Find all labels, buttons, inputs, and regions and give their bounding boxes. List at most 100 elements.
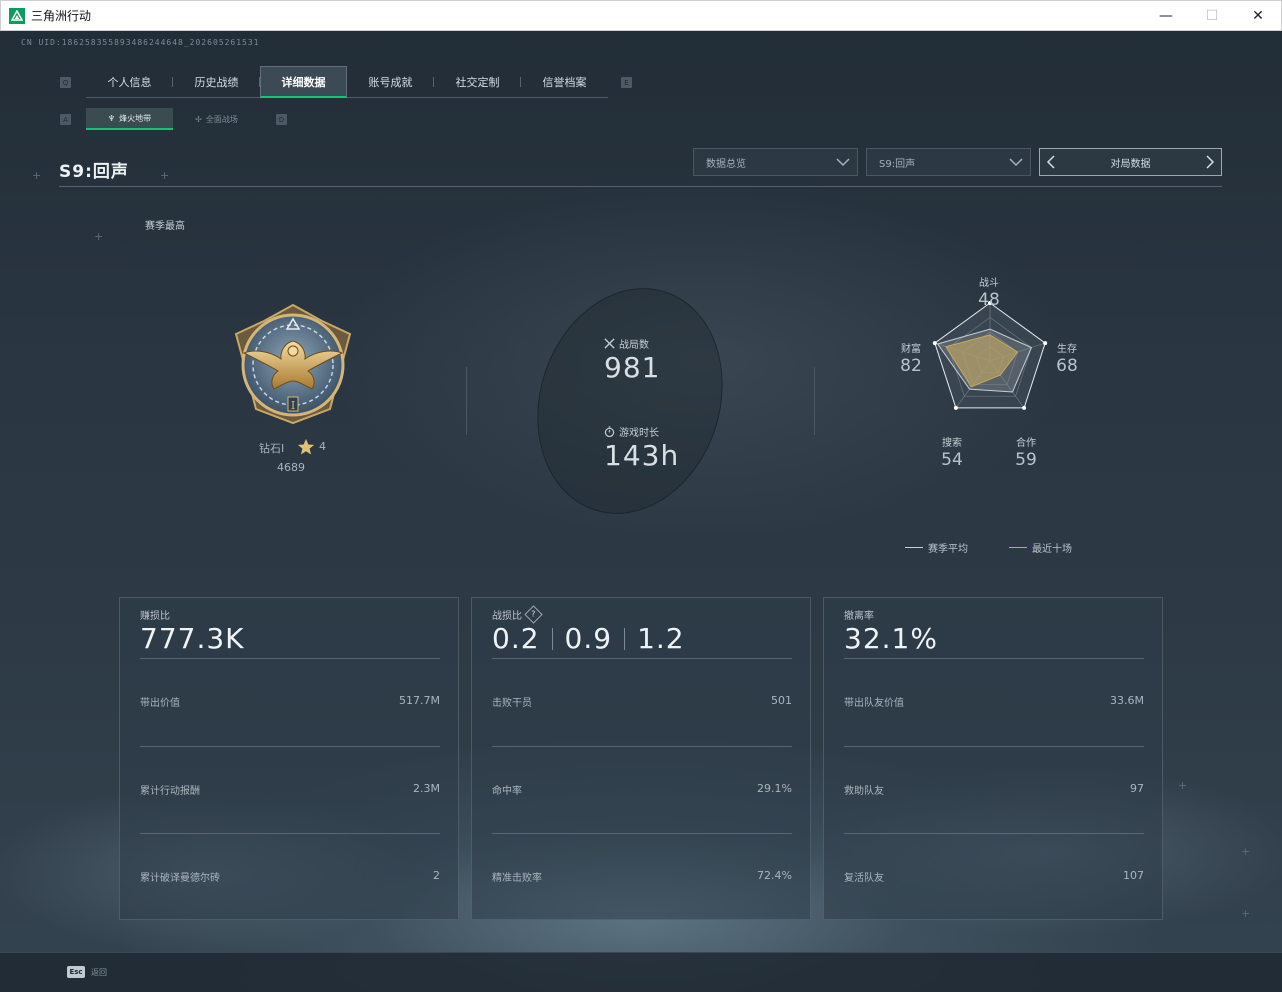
card-divider	[492, 833, 792, 834]
kill-death-card: 战损比 ? 0.2 0.9 1.2 击败干员 501 命中率 29.1% 精准击败率…	[471, 597, 811, 920]
subtab-label: 全面战场	[205, 114, 238, 124]
key-hint-q: Q	[60, 77, 71, 88]
rank-badge-icon: I	[230, 301, 356, 427]
deco-plus-icon: +	[160, 169, 170, 182]
card-divider	[844, 658, 1144, 659]
card-divider	[140, 658, 440, 659]
stat-label: 救助队友	[844, 786, 884, 797]
deco-plus-icon: +	[94, 230, 104, 243]
extraction-rate-value: 32.1%	[844, 622, 938, 655]
subtab-label: 烽火地带	[119, 113, 152, 123]
deco-plus-icon: +	[1178, 779, 1188, 792]
subtab-beacon-zone[interactable]: ♆ 烽火地带	[86, 108, 173, 130]
radar-label-search: 搜索	[942, 438, 962, 449]
rank-score: 4689	[277, 461, 305, 474]
stat-label: 精准击败率	[492, 873, 542, 884]
legend-season-average: 赛季平均	[905, 540, 968, 555]
crossed-swords-icon	[604, 338, 615, 349]
sub-tabs: ♆ 烽火地带 ✢ 全面战场	[86, 108, 260, 130]
stat-label: 累计行动报酬	[140, 786, 200, 797]
rank-name: 钻石I	[259, 442, 285, 455]
deco-plus-icon: +	[1241, 907, 1251, 920]
stat-value: 501	[771, 694, 792, 707]
radar-vertex-dot	[953, 405, 958, 410]
radar-value-cooperation: 59	[1015, 450, 1037, 470]
app-logo-icon	[9, 7, 25, 24]
svg-text:I: I	[291, 399, 295, 412]
stat-row: 复活队友 107	[844, 869, 1144, 884]
extraction-rate-card: 撤离率 32.1% 带出队友价值 33.6M 救助队友 97 复活队友 107	[823, 597, 1163, 920]
chevron-left-icon[interactable]	[1046, 155, 1056, 169]
season-title: S9:回声	[59, 162, 129, 182]
minimize-button[interactable]: —	[1143, 1, 1189, 31]
legend-line	[905, 547, 923, 548]
target-icon: ✢	[195, 114, 202, 124]
radar-value-wealth: 82	[900, 356, 922, 376]
card-label: 战损比 ?	[492, 605, 543, 624]
matches-label: 战局数	[604, 336, 649, 351]
stopwatch-icon	[604, 426, 615, 437]
stat-label: 带出价值	[140, 698, 180, 709]
chevron-down-icon	[1009, 158, 1023, 167]
legend-label: 最近十场	[1032, 544, 1072, 555]
deco-plus-icon: +	[1241, 845, 1251, 858]
stat-value: 72.4%	[757, 869, 792, 882]
divider	[814, 367, 815, 435]
esc-key-button[interactable]: Esc	[67, 966, 85, 978]
chevron-right-icon[interactable]	[1205, 155, 1215, 169]
stat-row: 带出队友价值 33.6M	[844, 694, 1144, 709]
match-data-label: 对局数据	[1110, 158, 1151, 170]
card-divider	[844, 833, 1144, 834]
card-divider	[140, 746, 440, 747]
bottom-bar	[0, 952, 1282, 992]
stat-row: 击败干员 501	[492, 694, 792, 709]
stat-value: 107	[1123, 869, 1144, 882]
playtime-label: 游戏时长	[604, 424, 659, 439]
stat-label: 击败干员	[492, 698, 532, 709]
card-divider	[492, 658, 792, 659]
stat-row: 救助队友 97	[844, 782, 1144, 797]
radar-value-combat: 48	[978, 290, 1000, 310]
divider	[466, 367, 467, 435]
radar-dish-background	[508, 263, 752, 539]
season-divider	[59, 186, 1222, 187]
tab-history[interactable]: 历史战绩	[173, 66, 260, 98]
tab-detailed-data[interactable]: 详细数据	[260, 66, 347, 98]
tab-profile[interactable]: 个人信息	[86, 66, 173, 98]
tab-social[interactable]: 社交定制	[434, 66, 521, 98]
match-data-switcher[interactable]: 对局数据	[1039, 148, 1222, 176]
stat-value: 97	[1130, 782, 1144, 795]
key-hint-d: D	[276, 114, 287, 125]
dropdown-value: S9:回声	[879, 158, 916, 170]
profit-loss-card: 赚损比 777.3K 带出价值 517.7M 累计行动报酬 2.3M 累计破译曼德尔…	[119, 597, 459, 920]
tab-credit[interactable]: 信誉档案	[521, 66, 608, 98]
kd-ratio-value: 1.2	[637, 622, 685, 655]
stat-value: 517.7M	[399, 694, 440, 707]
card-divider	[140, 833, 440, 834]
close-button[interactable]: ✕	[1235, 1, 1281, 31]
data-overview-dropdown[interactable]: 数据总览	[693, 148, 858, 176]
matches-label-text: 战局数	[619, 340, 649, 351]
chevron-down-icon	[836, 158, 850, 167]
rank-star-count: 4	[319, 440, 326, 453]
radar-label-wealth: 财富	[901, 344, 921, 355]
help-icon[interactable]: ?	[524, 605, 543, 624]
maximize-button[interactable]: ☐	[1189, 1, 1235, 31]
beacon-icon: ♆	[107, 113, 116, 123]
stat-row: 命中率 29.1%	[492, 782, 792, 797]
radar-label-survival: 生存	[1057, 344, 1077, 355]
back-label: 返回	[91, 968, 107, 977]
tab-achievements[interactable]: 账号成就	[347, 66, 434, 98]
legend-line	[1009, 547, 1027, 548]
stat-row: 精准击败率 72.4%	[492, 869, 792, 884]
radar-value-survival: 68	[1056, 356, 1078, 376]
subtab-full-battlefield[interactable]: ✢ 全面战场	[173, 108, 260, 130]
game-viewport: + + + + + + CN UID:186258355893486244648…	[0, 31, 1282, 992]
stat-row: 累计行动报酬 2.3M	[140, 782, 440, 797]
window-titlebar: 三角洲行动 — ☐ ✕	[0, 0, 1282, 31]
player-uid: CN UID:186258355893486244648_20260526153…	[21, 38, 260, 47]
stat-label: 累计破译曼德尔砖	[140, 873, 220, 884]
season-dropdown[interactable]: S9:回声	[866, 148, 1031, 176]
stat-label: 复活队友	[844, 873, 884, 884]
season-best-label: 赛季最高	[145, 221, 185, 232]
